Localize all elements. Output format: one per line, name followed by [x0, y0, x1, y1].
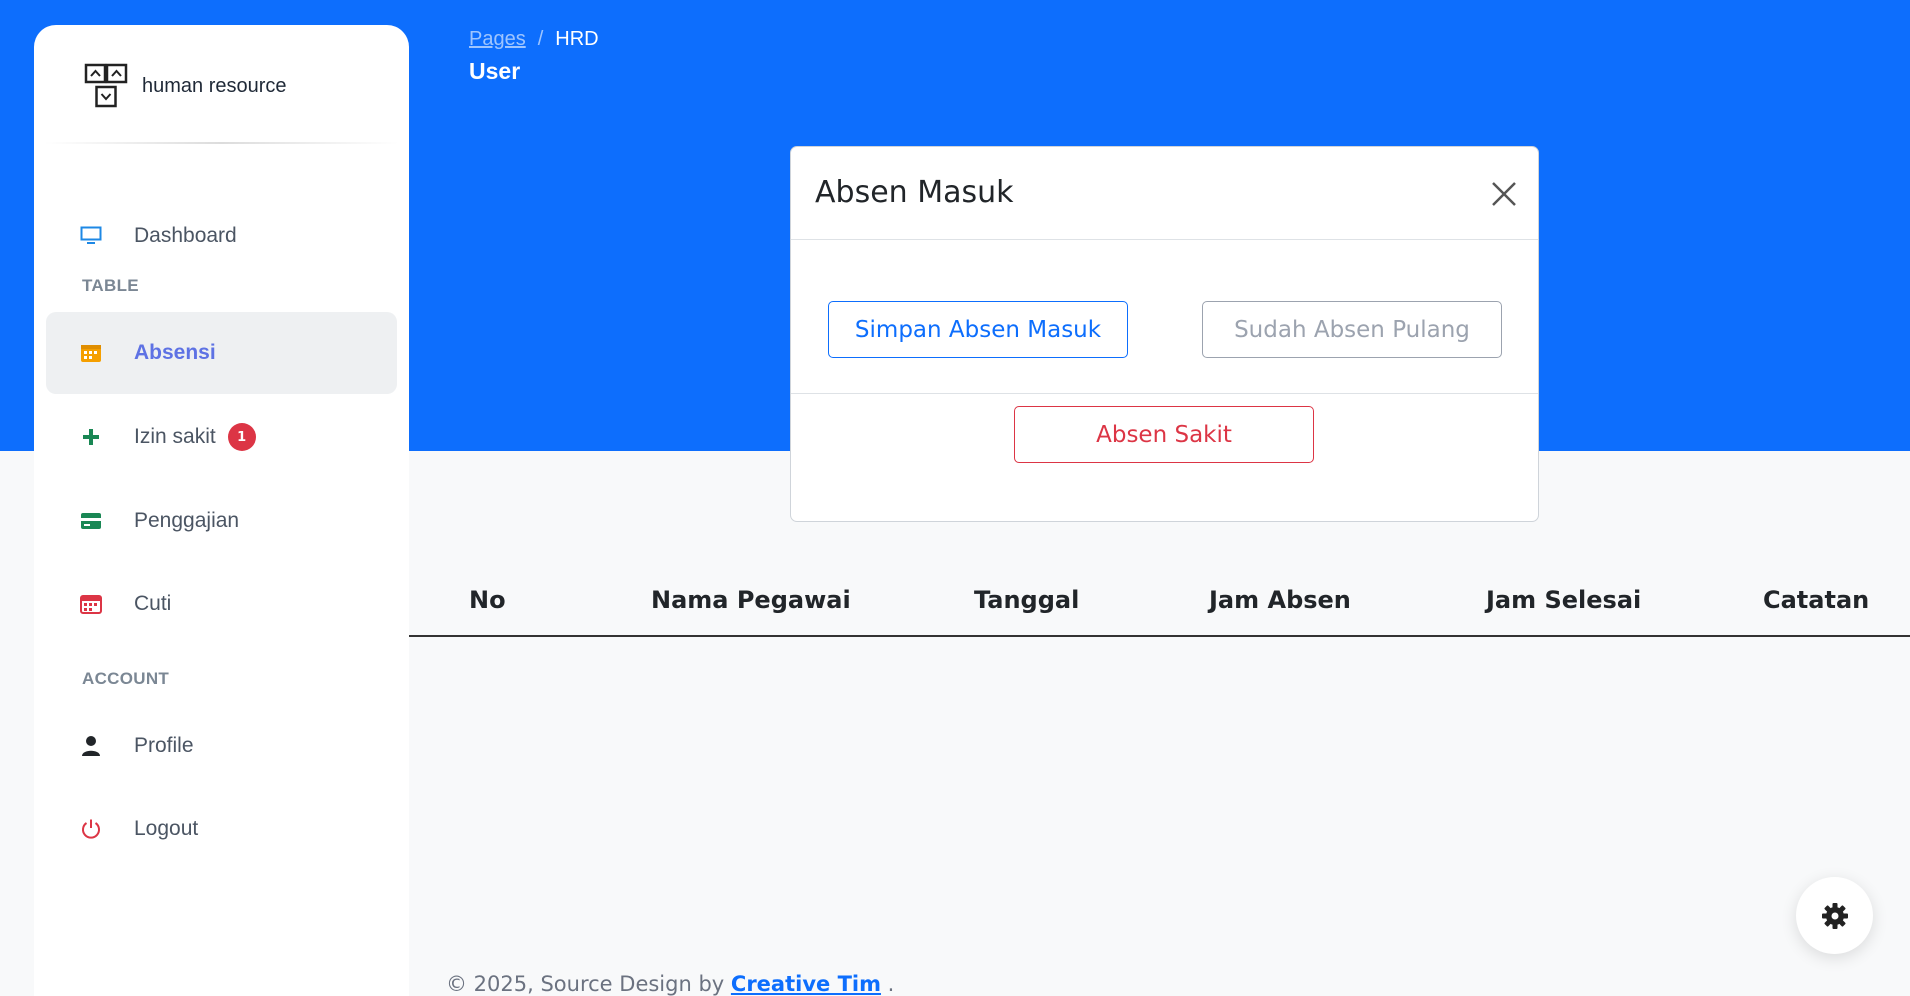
sidebar-item-profile[interactable]: Profile [46, 705, 397, 787]
section-heading-table: TABLE [82, 276, 139, 295]
notification-badge: 1 [227, 423, 256, 451]
monitor-icon [80, 225, 102, 247]
absen-sakit-button[interactable]: Absen Sakit [1014, 406, 1314, 463]
sidebar-item-label: Dashboard [134, 224, 237, 247]
user-icon [80, 735, 102, 757]
breadcrumb-link-pages[interactable]: Pages [469, 28, 526, 51]
brand-label: human resource [142, 74, 287, 97]
footer: © 2025, Source Design by Creative Tim . [446, 972, 894, 996]
sidebar-item-label: Logout [134, 817, 199, 840]
column-header-jam-selesai: Jam Selesai [1486, 586, 1642, 614]
close-button[interactable] [1487, 177, 1521, 211]
column-header-tanggal: Tanggal [974, 586, 1080, 614]
section-heading-account: ACCOUNT [82, 669, 170, 688]
footer-suffix: . [887, 972, 895, 996]
table-header: No Nama Pegawai Tanggal Jam Absen Jam Se… [409, 564, 1910, 637]
sidebar-item-absensi[interactable]: Absensi [46, 312, 397, 394]
power-icon [80, 818, 102, 840]
calendar-icon [80, 593, 102, 615]
credit-card-icon [80, 510, 102, 532]
sidebar-item-label: Absensi [134, 341, 216, 364]
sidebar-item-logout[interactable]: Logout [46, 788, 397, 870]
settings-button[interactable] [1796, 877, 1873, 954]
column-header-catatan: Catatan [1763, 586, 1870, 614]
page-title: User [469, 58, 521, 84]
sidebar-item-label: Izin sakit [134, 425, 216, 448]
close-icon [1492, 182, 1516, 206]
sidebar-item-penggajian[interactable]: Penggajian [46, 480, 397, 562]
modal-title: Absen Masuk [815, 175, 1014, 210]
column-header-jam-absen: Jam Absen [1209, 586, 1351, 614]
breadcrumb-current: HRD [555, 28, 599, 50]
logo-icon [84, 63, 128, 108]
modal-divider [791, 393, 1538, 394]
sudah-absen-pulang-button[interactable]: Sudah Absen Pulang [1202, 301, 1502, 358]
sidebar-item-label: Cuti [134, 592, 172, 615]
simpan-absen-masuk-button[interactable]: Simpan Absen Masuk [828, 301, 1128, 358]
sidebar-item-label: Penggajian [134, 509, 240, 532]
sidebar: human resource Dashboard TABLE Absensi I… [34, 25, 409, 996]
breadcrumb: Pages / HRD [469, 28, 599, 51]
footer-link-creative-tim[interactable]: Creative Tim [731, 972, 881, 996]
sidebar-item-dashboard[interactable]: Dashboard [46, 195, 397, 277]
breadcrumb-separator: / [537, 28, 544, 50]
brand[interactable]: human resource [84, 63, 287, 109]
footer-text: © 2025, Source Design by [446, 972, 725, 996]
column-header-nama-pegawai: Nama Pegawai [651, 586, 851, 614]
column-header-no: No [469, 586, 506, 614]
sidebar-item-izin-sakit[interactable]: Izin sakit 1 [46, 396, 397, 478]
sidebar-item-label: Profile [134, 734, 194, 757]
calendar-icon [80, 342, 102, 364]
absen-modal: Absen Masuk Simpan Absen Masuk Sudah Abs… [790, 146, 1539, 522]
plus-icon [80, 426, 102, 448]
modal-header: Absen Masuk [791, 147, 1538, 240]
gear-icon [1821, 902, 1848, 929]
sidebar-item-cuti[interactable]: Cuti [46, 563, 397, 645]
brand-divider [44, 142, 399, 144]
